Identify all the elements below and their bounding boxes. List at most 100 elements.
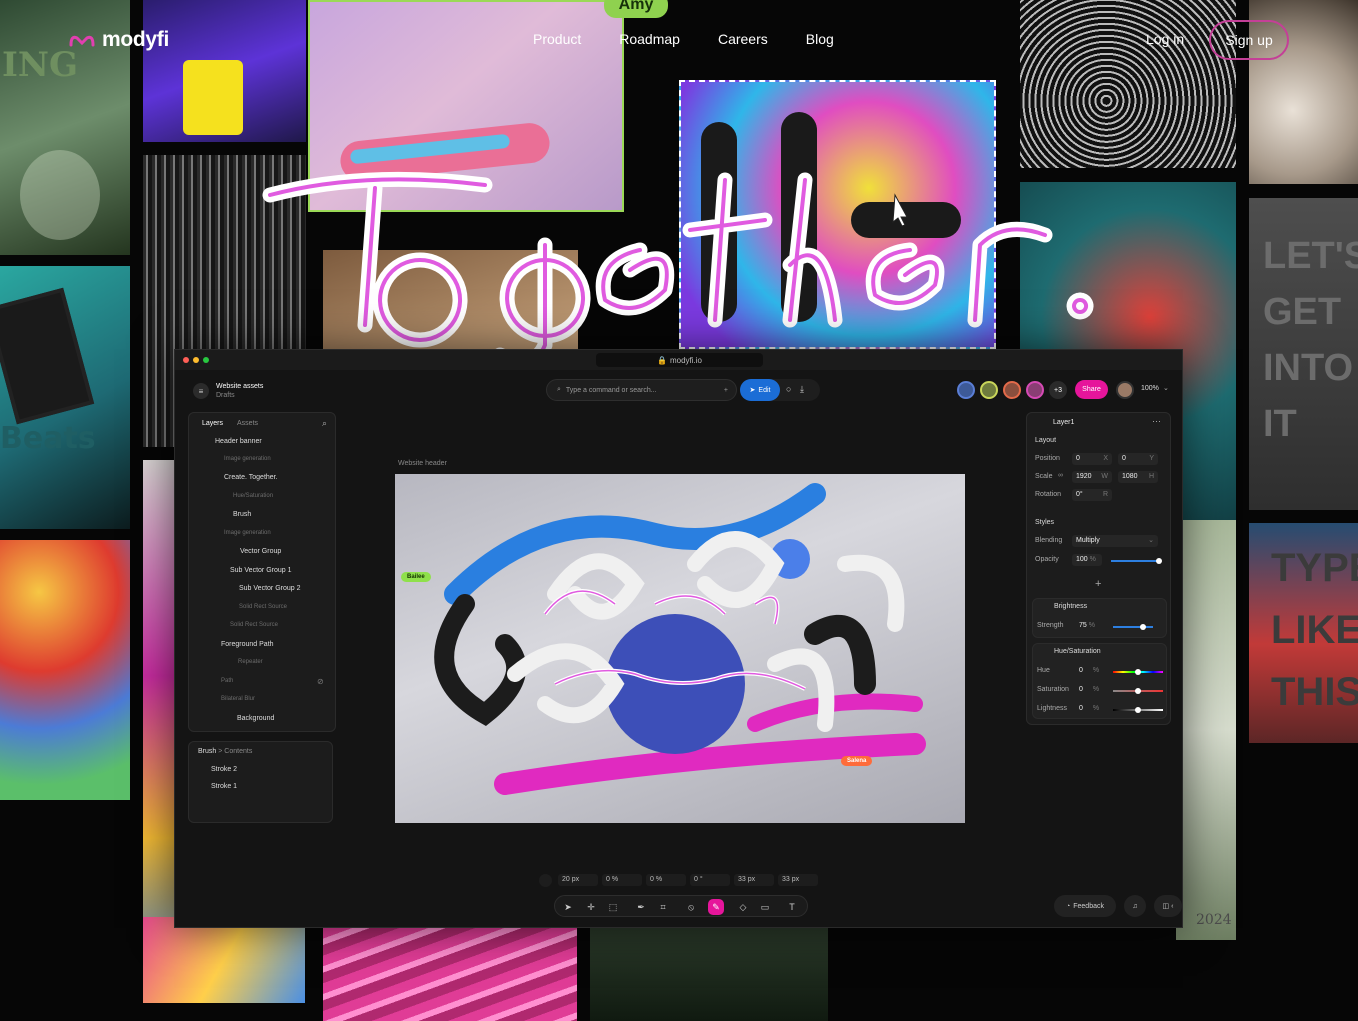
slider-knob[interactable] (1156, 558, 1162, 564)
angle-field[interactable]: 0 ° (690, 874, 730, 886)
url-bar[interactable]: 🔒 modyfi.io (596, 353, 763, 367)
lightness-value-group[interactable]: 0 % (1079, 705, 1099, 712)
stroke-item[interactable]: Stroke 1 (211, 783, 237, 790)
download-icon[interactable]: ⤓ (800, 384, 804, 395)
position-x-field[interactable]: 0X (1072, 453, 1112, 465)
link-icon[interactable]: ∞ (1058, 472, 1063, 479)
chevron-down-icon[interactable]: ⌄ (1163, 384, 1169, 392)
nav-link-blog[interactable]: Blog (806, 31, 834, 47)
signup-button[interactable]: Sign up (1209, 20, 1289, 60)
add-icon[interactable]: + (724, 387, 728, 394)
notifications-button[interactable]: ♫ (1124, 895, 1146, 917)
width-field[interactable]: 33 px (734, 874, 774, 886)
avatar[interactable] (1026, 381, 1044, 399)
layer-item[interactable]: Bilateral Blur (221, 696, 255, 702)
layer-item[interactable]: Path (221, 678, 233, 684)
maximize-dot-icon[interactable] (203, 357, 209, 363)
login-link[interactable]: Log in (1146, 31, 1184, 47)
brush-crumb[interactable]: Brush (198, 748, 216, 755)
artboard-canvas[interactable]: Bailee Salena (395, 474, 965, 823)
layer-item[interactable]: Solid Rect Source (239, 604, 287, 610)
nav-link-careers[interactable]: Careers (718, 31, 768, 47)
stroke-item[interactable]: Stroke 2 (211, 766, 237, 773)
close-dot-icon[interactable] (183, 357, 189, 363)
huesat-heading[interactable]: Hue/Saturation (1054, 648, 1101, 655)
layer-item[interactable]: Image generation (224, 530, 271, 536)
nav-link-roadmap[interactable]: Roadmap (619, 31, 680, 47)
user-avatar[interactable] (1116, 381, 1134, 399)
tab-assets[interactable]: Assets (237, 420, 258, 427)
layer-item[interactable]: Sub Vector Group 1 (230, 567, 291, 574)
avatar[interactable] (980, 381, 998, 399)
layer-item[interactable]: Repeater (238, 659, 263, 665)
contents-crumb[interactable]: Contents (224, 748, 252, 755)
saturation-slider[interactable] (1113, 688, 1163, 694)
position-y-field[interactable]: 0Y (1118, 453, 1158, 465)
move-tool-icon[interactable]: ✛ (583, 899, 599, 915)
strength-value-group[interactable]: 75 % (1079, 622, 1095, 629)
more-users-badge[interactable]: +3 (1049, 381, 1067, 399)
avatar[interactable] (1003, 381, 1021, 399)
blending-select[interactable]: Multiply ⌄ (1072, 535, 1158, 547)
scale-w-field[interactable]: 1920 W (1072, 471, 1112, 483)
layer-item[interactable]: Foreground Path (221, 641, 274, 648)
tab-layers[interactable]: Layers (202, 420, 223, 427)
layer-name[interactable]: Layer1 (1053, 419, 1074, 426)
rotation-field[interactable]: 0° R (1072, 489, 1112, 501)
more-options-icon[interactable]: ⋯ (1152, 416, 1161, 427)
layer-item[interactable]: Create. Together. (224, 474, 278, 481)
stroke-width-field[interactable]: 20 px (558, 874, 598, 886)
minimize-dot-icon[interactable] (193, 357, 199, 363)
slider-knob[interactable] (1140, 624, 1146, 630)
edit-button[interactable]: ➤ Edit (740, 379, 780, 401)
brand-logo[interactable]: modyfi (68, 28, 169, 52)
hue-slider[interactable] (1113, 669, 1163, 675)
layer-item[interactable]: Background (237, 715, 274, 722)
slider-knob[interactable] (1135, 707, 1141, 713)
opacity-field[interactable]: 100 % (1072, 554, 1102, 566)
layer-item[interactable]: Sub Vector Group 2 (239, 585, 300, 592)
layer-item[interactable]: Hue/Saturation (233, 493, 273, 499)
layer-item[interactable]: Brush (233, 511, 251, 518)
frame-tool-icon[interactable]: ⬚ (605, 899, 621, 915)
layer-item[interactable]: Header banner (215, 438, 262, 445)
zoom-level[interactable]: 100% (1141, 385, 1159, 392)
brush-tool-icon[interactable]: ✎ (708, 899, 724, 915)
circle-icon[interactable] (539, 874, 552, 887)
share-button[interactable]: Share (1075, 380, 1108, 399)
hidden-eye-icon[interactable]: ⊘ (317, 677, 324, 686)
avatar[interactable] (957, 381, 975, 399)
height-field[interactable]: 33 px (778, 874, 818, 886)
panel-toggle-button[interactable]: ◫ ‹ (1154, 895, 1182, 917)
project-title-block[interactable]: Website assets Drafts (216, 382, 263, 400)
shape-tool-icon[interactable]: ▭ (757, 899, 773, 915)
strength-slider[interactable] (1113, 624, 1153, 630)
eraser-tool-icon[interactable]: ◇ (735, 899, 751, 915)
search-icon[interactable]: ⌕ (322, 418, 327, 429)
slider-knob[interactable] (1135, 688, 1141, 694)
feedback-button[interactable]: ◔ Feedback (1054, 895, 1116, 917)
slider-knob[interactable] (1135, 669, 1141, 675)
pen-tool-icon[interactable]: ✒ (633, 899, 649, 915)
hue-value-group[interactable]: 0 % (1079, 667, 1099, 674)
fill-opacity-value: 0 (650, 876, 654, 883)
add-effect-icon[interactable]: + (1095, 578, 1101, 590)
select-tool-icon[interactable]: ➤ (560, 899, 576, 915)
scale-h-field[interactable]: 1080 H (1118, 471, 1158, 483)
menu-icon[interactable]: ≡ (193, 383, 209, 399)
saturation-value-group[interactable]: 0 % (1079, 686, 1099, 693)
comment-icon[interactable]: ○ (786, 384, 791, 394)
nav-link-product[interactable]: Product (533, 31, 581, 47)
stroke-opacity-field[interactable]: 0 % (602, 874, 642, 886)
opacity-slider[interactable] (1111, 558, 1162, 564)
lightness-slider[interactable] (1113, 707, 1163, 713)
crop-tool-icon[interactable]: ⌗ (655, 899, 671, 915)
layer-item[interactable]: Solid Rect Source (230, 622, 278, 628)
eyedropper-icon[interactable]: ⦸ (683, 899, 699, 915)
layer-item[interactable]: Vector Group (240, 548, 281, 555)
command-search-input[interactable]: ⌕ Type a command or search... + (546, 379, 737, 401)
brightness-heading[interactable]: Brightness (1054, 603, 1087, 610)
fill-opacity-field[interactable]: 0 % (646, 874, 686, 886)
text-tool-icon[interactable]: T (784, 899, 800, 915)
layer-item[interactable]: Image generation (224, 456, 271, 462)
